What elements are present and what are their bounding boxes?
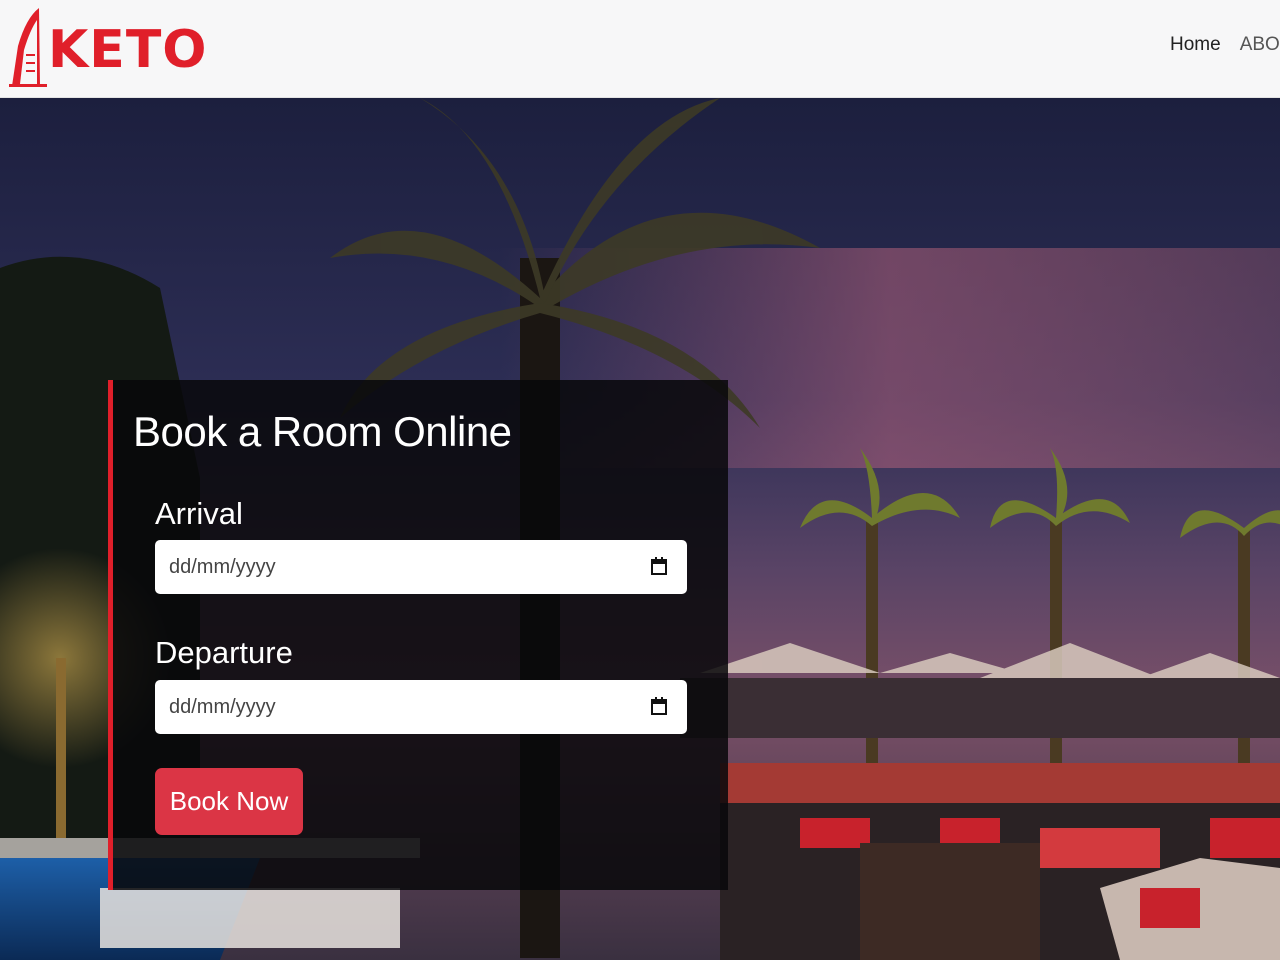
booking-title: Book a Room Online (133, 408, 512, 455)
departure-date-input[interactable]: dd/mm/yyyy (155, 680, 687, 734)
arrival-placeholder: dd/mm/yyyy (169, 555, 276, 578)
arrival-date-input[interactable]: dd/mm/yyyy (155, 540, 687, 594)
nav-about[interactable]: ABOU (1240, 34, 1280, 56)
departure-placeholder: dd/mm/yyyy (169, 695, 276, 718)
brand-name: KETO (48, 20, 208, 80)
tower-icon (9, 8, 47, 87)
calendar-icon[interactable] (651, 697, 667, 715)
site-header: KETO Home ABOU (0, 0, 1280, 98)
nav-home[interactable]: Home (1170, 34, 1221, 56)
brand-logo[interactable]: KETO (6, 4, 208, 88)
departure-label: Departure (155, 635, 293, 670)
book-now-button[interactable]: Book Now (155, 768, 303, 835)
arrival-label: Arrival (155, 496, 243, 531)
calendar-icon[interactable] (651, 557, 667, 575)
main-nav: Home ABOU (1170, 34, 1280, 56)
booking-card: Book a Room Online Arrival dd/mm/yyyy De… (108, 380, 728, 890)
